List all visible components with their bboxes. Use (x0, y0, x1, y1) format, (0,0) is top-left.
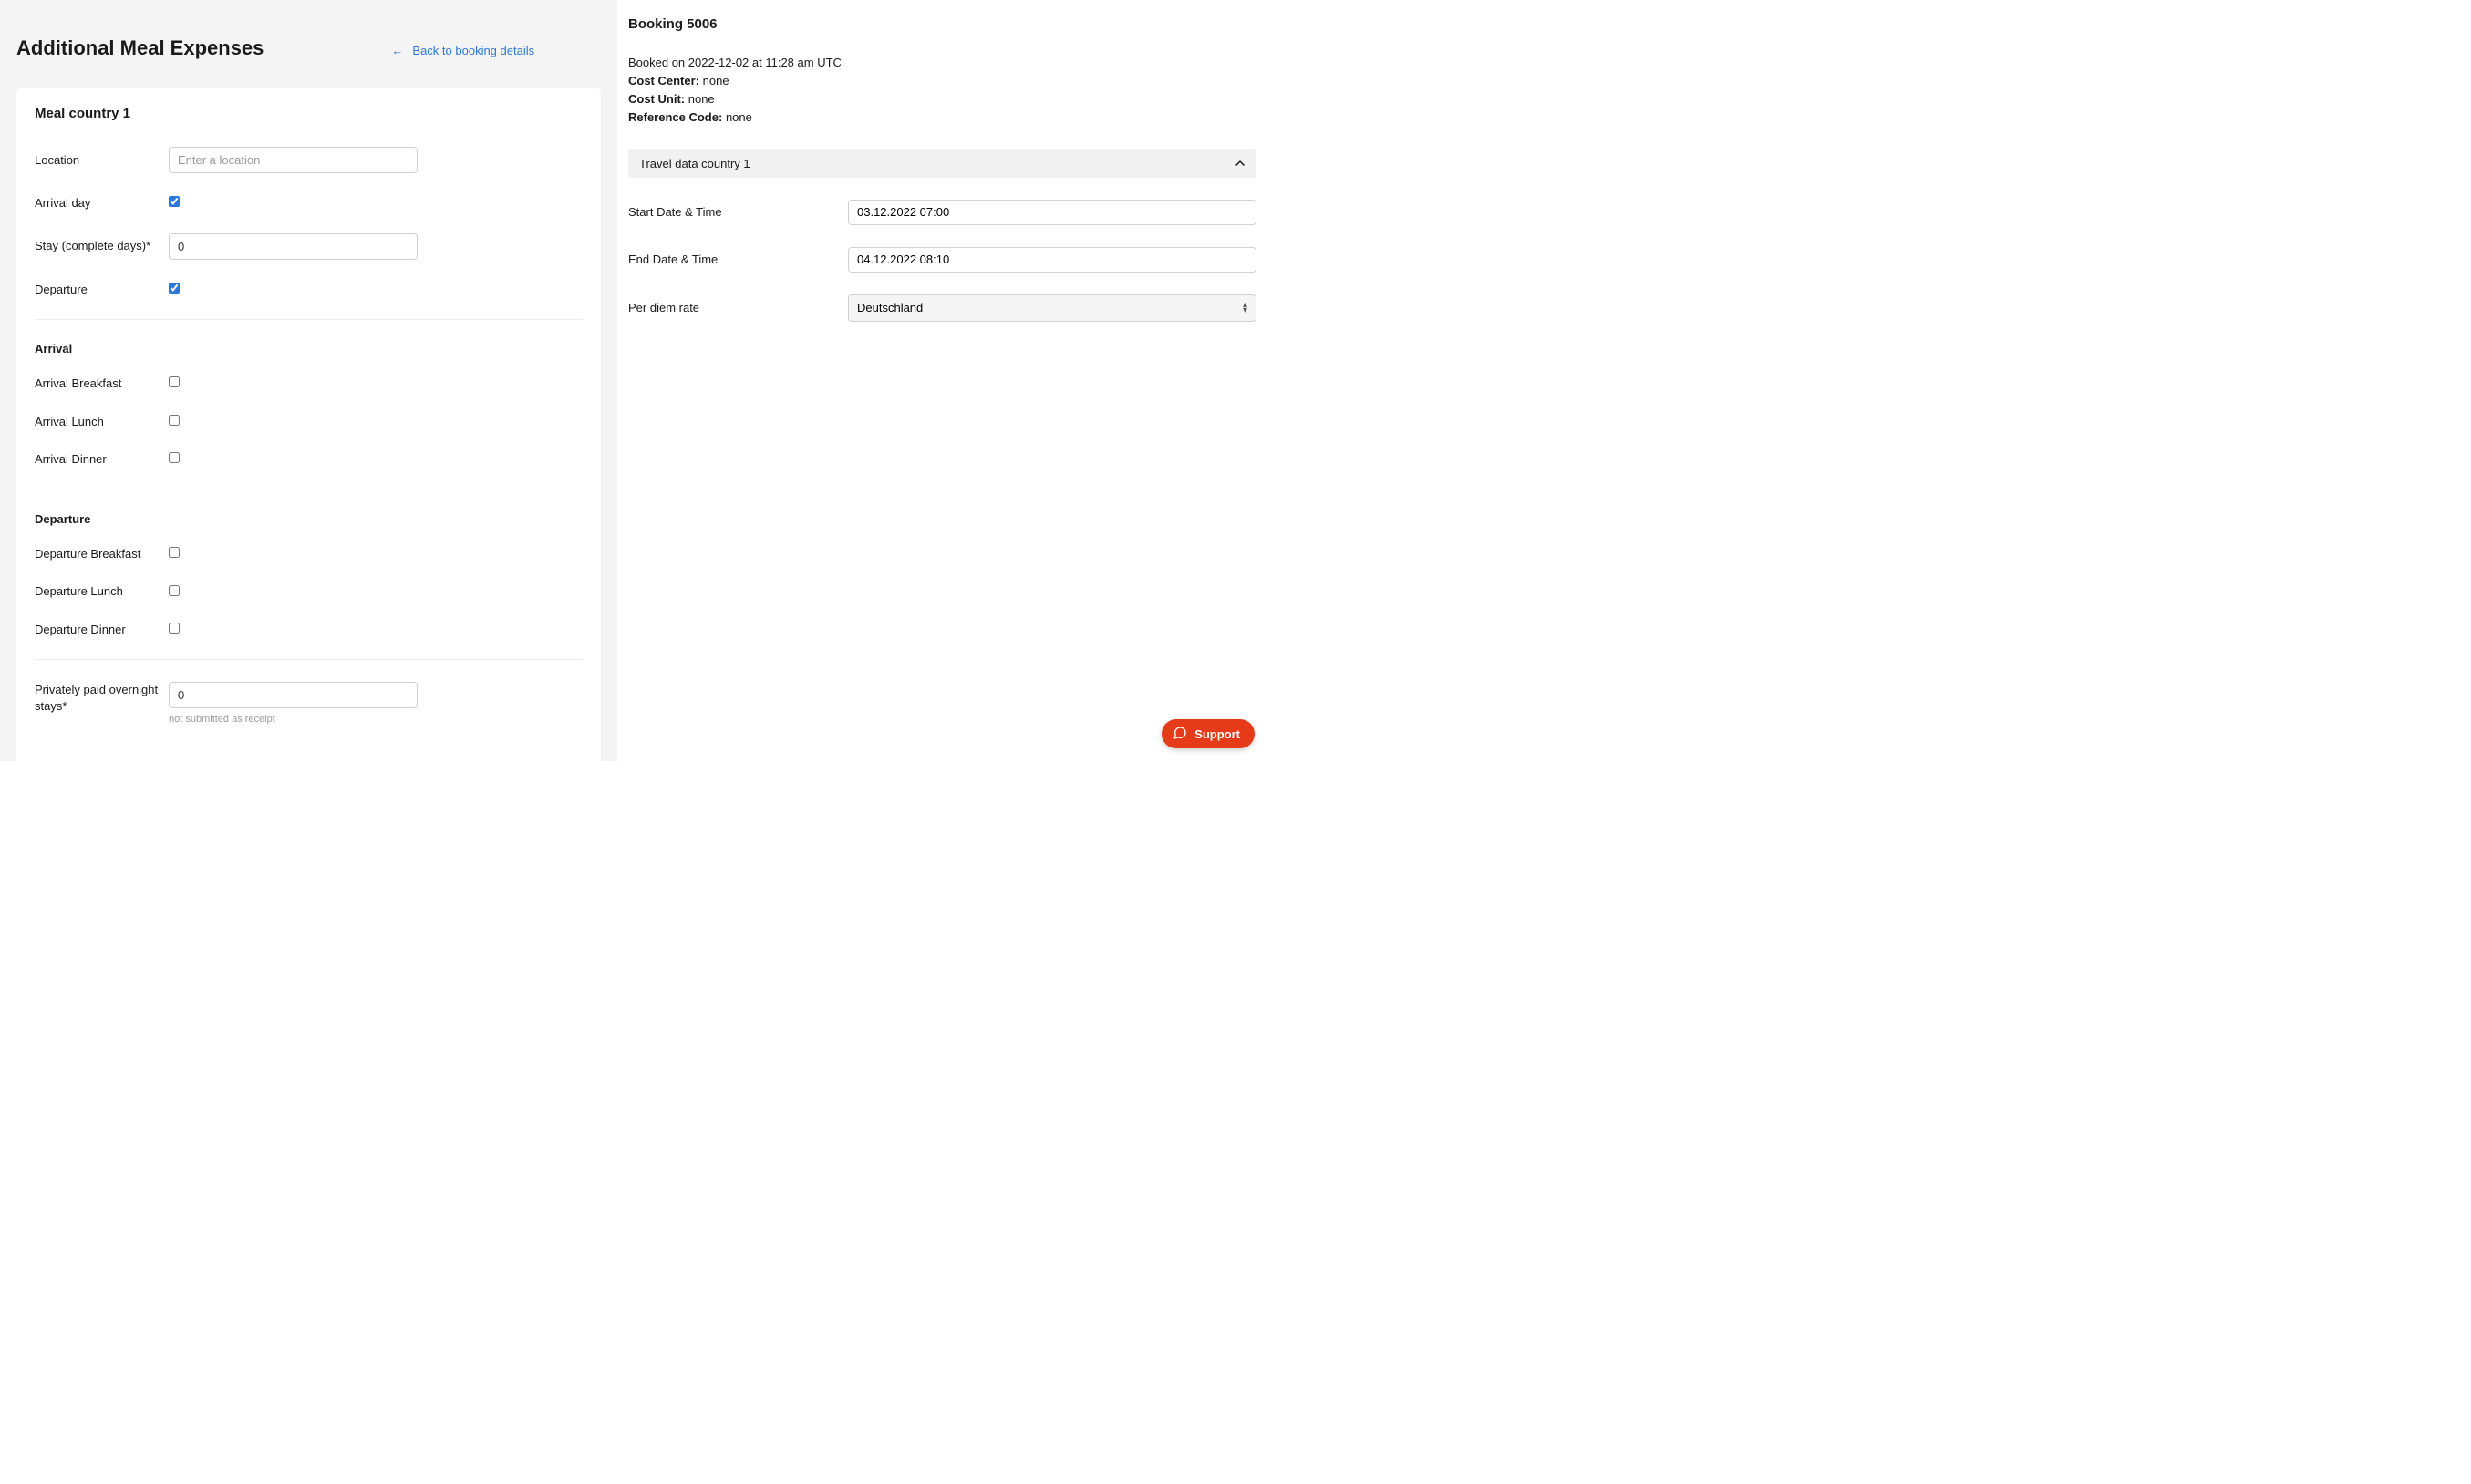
departure-dinner-label: Departure Dinner (35, 622, 169, 638)
per-diem-label: Per diem rate (628, 301, 848, 314)
start-datetime-label: Start Date & Time (628, 205, 848, 219)
divider (35, 659, 583, 660)
overnight-stays-input[interactable] (169, 682, 418, 708)
arrival-dinner-label: Arrival Dinner (35, 451, 169, 468)
overnight-stays-helper: not submitted as receipt (169, 714, 583, 725)
cost-unit-line: Cost Unit: none (628, 90, 1256, 108)
arrow-left-icon: ← (391, 45, 403, 57)
travel-data-accordion-header[interactable]: Travel data country 1 (628, 149, 1256, 178)
booking-meta: Booked on 2022-12-02 at 11:28 am UTC Cos… (628, 54, 1256, 128)
per-diem-select[interactable]: Deutschland (848, 294, 1256, 322)
meal-country-card: Meal country 1 Location Arrival day Stay… (16, 88, 601, 761)
arrival-dinner-checkbox[interactable] (169, 452, 180, 463)
chevron-up-icon (1235, 158, 1246, 169)
back-link-label: Back to booking details (412, 44, 534, 57)
start-datetime-input[interactable] (848, 200, 1256, 225)
divider (35, 319, 583, 320)
accordion-title: Travel data country 1 (639, 157, 750, 170)
departure-day-checkbox[interactable] (169, 283, 180, 294)
location-input[interactable] (169, 147, 418, 173)
departure-dinner-checkbox[interactable] (169, 623, 180, 634)
end-datetime-label: End Date & Time (628, 252, 848, 266)
page-title: Additional Meal Expenses (16, 36, 264, 60)
chat-icon (1173, 726, 1187, 743)
header-row: Additional Meal Expenses ← Back to booki… (16, 36, 601, 60)
arrival-breakfast-label: Arrival Breakfast (35, 376, 169, 392)
overnight-stays-label: Privately paid overnight stays* (35, 682, 169, 714)
left-panel: Additional Meal Expenses ← Back to booki… (0, 0, 617, 761)
support-label: Support (1194, 727, 1240, 741)
support-button[interactable]: Support (1162, 719, 1255, 748)
departure-breakfast-checkbox[interactable] (169, 547, 180, 558)
cost-center-value: none (703, 74, 729, 88)
location-label: Location (35, 152, 169, 169)
reference-code-value: none (726, 110, 752, 124)
arrival-lunch-checkbox[interactable] (169, 415, 180, 426)
reference-code-label: Reference Code: (628, 110, 722, 124)
cost-unit-label: Cost Unit: (628, 92, 685, 106)
booked-on-line: Booked on 2022-12-02 at 11:28 am UTC (628, 54, 1256, 72)
stay-days-input[interactable] (169, 233, 418, 260)
end-datetime-input[interactable] (848, 247, 1256, 273)
departure-lunch-checkbox[interactable] (169, 585, 180, 596)
cost-center-line: Cost Center: none (628, 72, 1256, 90)
back-to-booking-link[interactable]: ← Back to booking details (391, 44, 534, 57)
departure-breakfast-label: Departure Breakfast (35, 546, 169, 562)
departure-lunch-label: Departure Lunch (35, 583, 169, 600)
departure-day-label: Departure (35, 282, 169, 298)
arrival-breakfast-checkbox[interactable] (169, 376, 180, 387)
booking-title: Booking 5006 (628, 16, 1256, 32)
cost-center-label: Cost Center: (628, 74, 699, 88)
reference-code-line: Reference Code: none (628, 108, 1256, 127)
cost-unit-value: none (688, 92, 715, 106)
right-panel: Booking 5006 Booked on 2022-12-02 at 11:… (617, 0, 1267, 761)
card-title: Meal country 1 (35, 106, 583, 121)
arrival-day-checkbox[interactable] (169, 196, 180, 207)
arrival-lunch-label: Arrival Lunch (35, 414, 169, 430)
departure-section-heading: Departure (35, 512, 583, 526)
arrival-day-label: Arrival day (35, 195, 169, 211)
arrival-section-heading: Arrival (35, 342, 583, 356)
stay-days-label: Stay (complete days)* (35, 238, 169, 254)
